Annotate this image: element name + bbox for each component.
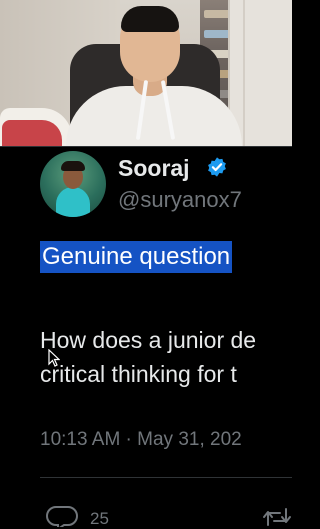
red-pillow <box>2 120 62 146</box>
retweet-icon[interactable] <box>262 505 292 527</box>
door-frame <box>243 0 245 146</box>
tweet-body-line: critical thinking for t <box>40 361 237 387</box>
avatar[interactable] <box>40 151 106 217</box>
tweet-timestamp[interactable]: 10:13 AM · May 31, 202 <box>40 429 242 451</box>
user-handle[interactable]: @suryanox7 <box>118 187 242 213</box>
tweet-body: How does a junior de critical thinking f… <box>40 323 256 391</box>
reply-count: 25 <box>90 509 109 528</box>
reply-icon[interactable] <box>46 505 80 527</box>
avatar-body <box>56 187 90 217</box>
selected-text-highlight[interactable]: Genuine question <box>40 241 233 273</box>
divider <box>40 477 292 478</box>
highlighted-text: Genuine question <box>42 243 231 270</box>
mouse-cursor-icon <box>48 349 60 367</box>
avatar-hair <box>61 161 85 171</box>
person-hair <box>121 6 179 32</box>
tweet-body-line: How does a junior de <box>40 327 257 353</box>
verified-badge-icon <box>208 157 226 177</box>
webcam-video <box>0 0 292 146</box>
display-name[interactable]: Sooraj <box>118 155 190 182</box>
tweet-card[interactable]: Sooraj @suryanox7 Genuine question How d… <box>0 146 292 528</box>
